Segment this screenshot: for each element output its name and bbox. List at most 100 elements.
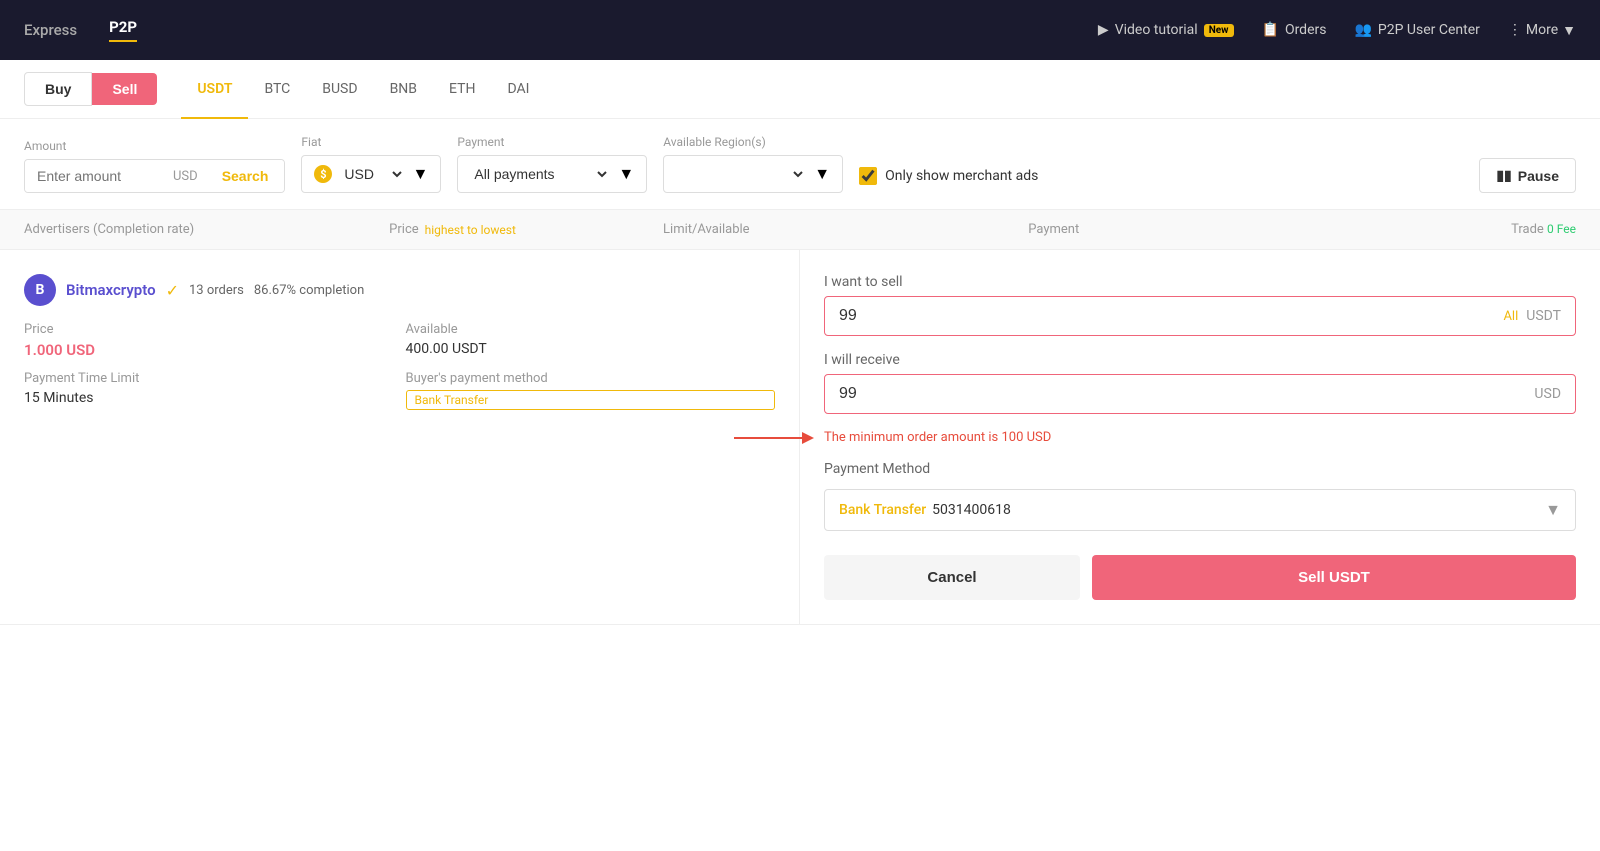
region-select[interactable] [676, 165, 806, 183]
amount-filter-group: Amount USD Search [24, 139, 285, 193]
amount-input[interactable] [25, 160, 165, 192]
sell-input-right: All USDT [1503, 308, 1561, 324]
table-header: Advertisers (Completion rate) Price high… [0, 209, 1600, 250]
sell-unit: USDT [1526, 308, 1561, 324]
available-value: 400.00 USDT [406, 341, 776, 357]
advertiser-name[interactable]: Bitmaxcrypto [66, 281, 156, 299]
time-label: Payment Time Limit [24, 371, 394, 386]
available-detail: Available 400.00 USDT [406, 322, 776, 359]
available-label: Available [406, 322, 776, 337]
cancel-button[interactable]: Cancel [824, 555, 1080, 600]
sell-usdt-button[interactable]: Sell USDT [1092, 555, 1576, 600]
coin-tabs-section: Buy Sell USDT BTC BUSD BNB ETH DAI [0, 60, 1600, 119]
fiat-select[interactable]: USD [340, 165, 404, 183]
payment-method-section: Payment Method Bank Transfer 5031400618 … [824, 461, 1576, 531]
payment-label: Payment [457, 135, 647, 149]
coin-tab-busd[interactable]: BUSD [306, 61, 373, 119]
new-badge: New [1204, 24, 1234, 37]
ad-right-panel: I want to sell All USDT I will receive [800, 250, 1600, 624]
usd-icon: $ [314, 165, 332, 183]
will-receive-label: I will receive [824, 352, 1576, 368]
all-link[interactable]: All [1503, 309, 1518, 324]
time-detail: Payment Time Limit 15 Minutes [24, 371, 394, 410]
region-chevron-icon: ▼ [814, 164, 830, 184]
sell-button[interactable]: Sell [92, 73, 157, 105]
fiat-filter-group: Fiat $ USD ▼ [301, 135, 441, 193]
fee-zero-label: 0 Fee [1547, 222, 1576, 236]
ad-details: Price 1.000 USD Available 400.00 USDT Pa… [24, 322, 775, 410]
receive-amount-section: I will receive USD [824, 352, 1576, 414]
buy-sell-group: Buy Sell [24, 60, 157, 118]
region-label: Available Region(s) [663, 135, 843, 149]
nav-video-tutorial[interactable]: ▶ Video tutorial New [1098, 22, 1234, 38]
error-message: The minimum order amount is 100 USD [824, 430, 1051, 445]
region-select-wrap[interactable]: ▼ [663, 155, 843, 193]
merchant-check-wrap: Only show merchant ads [859, 159, 1038, 193]
chevron-down-icon: ▼ [1562, 22, 1576, 39]
nav-right-items: ▶ Video tutorial New 📋 Orders 👥 P2P User… [1098, 22, 1576, 39]
payment-method-label: Payment Method [824, 461, 1576, 477]
region-filter-group: Available Region(s) ▼ [663, 135, 843, 193]
time-value: 15 Minutes [24, 390, 394, 406]
sell-amount-input[interactable] [839, 307, 1503, 325]
price-label: Price [24, 322, 394, 337]
more-dots-icon: ⋮ [1508, 22, 1522, 38]
receive-amount-input[interactable] [839, 385, 1534, 403]
sort-active-label: highest to lowest [425, 223, 516, 237]
avatar: B [24, 274, 56, 306]
sell-amount-section: I want to sell All USDT [824, 274, 1576, 336]
orders-icon: 📋 [1262, 22, 1279, 38]
th-limit: Limit/Available [663, 222, 1028, 237]
pause-button[interactable]: ▮▮ Pause [1479, 158, 1576, 193]
buy-button[interactable]: Buy [24, 72, 92, 106]
nav-more[interactable]: ⋮ More ▼ [1508, 22, 1576, 39]
nav-p2p[interactable]: P2P [109, 18, 137, 42]
advertiser-info: B Bitmaxcrypto ✓ 13 orders 86.67% comple… [24, 274, 775, 306]
payment-select[interactable]: All payments Bank Transfer [470, 165, 610, 183]
payment-select-wrap[interactable]: All payments Bank Transfer ▼ [457, 155, 647, 193]
price-value: 1.000 USD [24, 341, 394, 359]
coin-tab-eth[interactable]: ETH [433, 61, 491, 119]
coin-tab-btc[interactable]: BTC [248, 61, 306, 119]
play-icon: ▶ [1098, 22, 1109, 38]
nav-express[interactable]: Express [24, 21, 77, 39]
users-icon: 👥 [1354, 22, 1371, 38]
receive-amount-wrap: USD [824, 374, 1576, 414]
price-detail: Price 1.000 USD [24, 322, 394, 359]
ad-left-panel: B Bitmaxcrypto ✓ 13 orders 86.67% comple… [0, 250, 800, 624]
nav-p2p-user-center[interactable]: 👥 P2P User Center [1354, 22, 1479, 38]
verified-icon: ✓ [166, 281, 179, 300]
fiat-select-wrap[interactable]: $ USD ▼ [301, 155, 441, 193]
merchant-label[interactable]: Only show merchant ads [885, 168, 1038, 184]
arrow-right-icon [734, 426, 814, 450]
merchant-checkbox[interactable] [859, 167, 877, 185]
payment-tag: Bank Transfer [406, 390, 776, 410]
payment-method-select[interactable]: Bank Transfer 5031400618 ▼ [824, 489, 1576, 531]
coin-tab-usdt[interactable]: USDT [181, 61, 248, 119]
amount-label: Amount [24, 139, 285, 153]
payment-chevron-icon: ▼ [1545, 500, 1561, 520]
fiat-label: Fiat [301, 135, 441, 149]
payment-filter-group: Payment All payments Bank Transfer ▼ [457, 135, 647, 193]
payment-method-name: Bank Transfer [839, 502, 926, 518]
top-navigation: Express P2P ▶ Video tutorial New 📋 Order… [0, 0, 1600, 60]
buyer-payment-label: Buyer's payment method [406, 371, 776, 386]
amount-input-wrap: USD Search [24, 159, 285, 193]
filters-section: Amount USD Search Fiat $ USD ▼ Payment A… [0, 119, 1600, 209]
th-trade: Trade 0 Fee [1393, 222, 1576, 237]
payment-account: 5031400618 [932, 502, 1011, 518]
want-to-sell-label: I want to sell [824, 274, 1576, 290]
payment-chevron-icon: ▼ [618, 164, 634, 184]
search-button[interactable]: Search [206, 160, 285, 192]
th-payment: Payment [1028, 222, 1393, 237]
pause-icon: ▮▮ [1496, 167, 1511, 184]
completion-rate: 86.67% completion [254, 283, 364, 298]
th-advertisers: Advertisers (Completion rate) [24, 222, 389, 237]
ad-row: B Bitmaxcrypto ✓ 13 orders 86.67% comple… [0, 250, 1600, 625]
nav-orders[interactable]: 📋 Orders [1262, 22, 1327, 38]
coin-tab-bnb[interactable]: BNB [374, 61, 433, 119]
fiat-chevron-icon: ▼ [413, 164, 429, 184]
coin-tab-dai[interactable]: DAI [491, 61, 545, 119]
sell-form: I want to sell All USDT I will receive [824, 274, 1576, 600]
th-price[interactable]: Price highest to lowest [389, 222, 663, 237]
